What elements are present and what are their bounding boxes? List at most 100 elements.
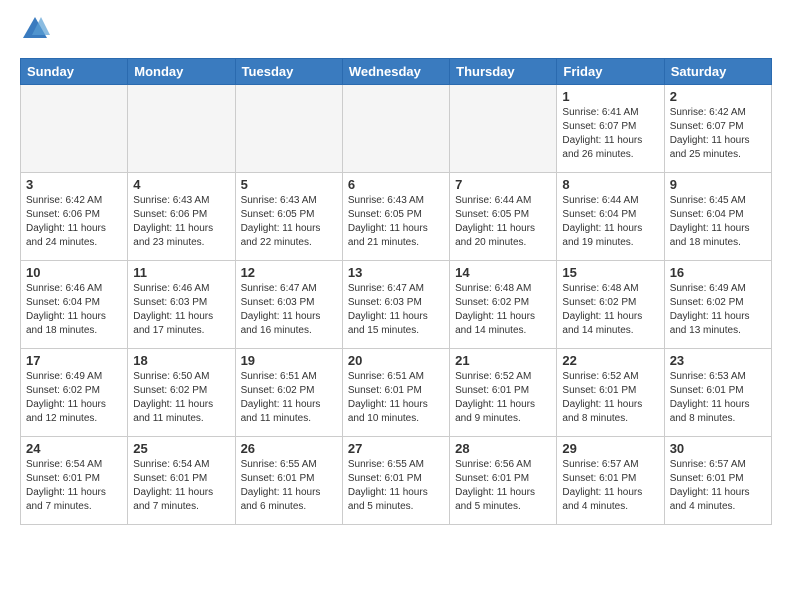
calendar-day-cell: 5 Sunrise: 6:43 AM Sunset: 6:05 PM Daylig… (235, 173, 342, 261)
calendar-day-cell: 13 Sunrise: 6:47 AM Sunset: 6:03 PM Dayli… (342, 261, 449, 349)
day-number: 12 (241, 265, 337, 280)
calendar-day-cell (235, 85, 342, 173)
calendar-day-cell: 15 Sunrise: 6:48 AM Sunset: 6:02 PM Dayli… (557, 261, 664, 349)
calendar-week-row: 3 Sunrise: 6:42 AM Sunset: 6:06 PM Daylig… (21, 173, 772, 261)
day-info: Sunrise: 6:46 AM Sunset: 6:03 PM Dayligh… (133, 282, 229, 338)
day-number: 27 (348, 441, 444, 456)
day-info: Sunrise: 6:52 AM Sunset: 6:01 PM Dayligh… (562, 370, 658, 426)
header (20, 16, 772, 46)
day-info: Sunrise: 6:47 AM Sunset: 6:03 PM Dayligh… (241, 282, 337, 338)
calendar-body: 1 Sunrise: 6:41 AM Sunset: 6:07 PM Daylig… (21, 85, 772, 525)
day-number: 2 (670, 89, 766, 104)
day-number: 13 (348, 265, 444, 280)
day-number: 22 (562, 353, 658, 368)
calendar-day-cell: 8 Sunrise: 6:44 AM Sunset: 6:04 PM Daylig… (557, 173, 664, 261)
day-number: 3 (26, 177, 122, 192)
calendar-day-cell: 25Sunrise: 6:54 AM Sunset: 6:01 PM Dayli… (128, 437, 235, 525)
weekday-header: Friday (557, 59, 664, 85)
weekday-row: SundayMondayTuesdayWednesdayThursdayFrid… (21, 59, 772, 85)
day-info: Sunrise: 6:44 AM Sunset: 6:04 PM Dayligh… (562, 194, 658, 250)
day-info: Sunrise: 6:47 AM Sunset: 6:03 PM Dayligh… (348, 282, 444, 338)
day-info: Sunrise: 6:54 AM Sunset: 6:01 PM Dayligh… (26, 458, 122, 514)
day-info: Sunrise: 6:48 AM Sunset: 6:02 PM Dayligh… (455, 282, 551, 338)
day-number: 19 (241, 353, 337, 368)
day-number: 7 (455, 177, 551, 192)
day-number: 15 (562, 265, 658, 280)
calendar-day-cell: 7 Sunrise: 6:44 AM Sunset: 6:05 PM Daylig… (450, 173, 557, 261)
page: SundayMondayTuesdayWednesdayThursdayFrid… (0, 0, 792, 535)
day-info: Sunrise: 6:42 AM Sunset: 6:07 PM Dayligh… (670, 106, 766, 162)
calendar-header: SundayMondayTuesdayWednesdayThursdayFrid… (21, 59, 772, 85)
calendar-day-cell: 16Sunrise: 6:49 AM Sunset: 6:02 PM Dayli… (664, 261, 771, 349)
day-number: 23 (670, 353, 766, 368)
day-number: 18 (133, 353, 229, 368)
weekday-header: Tuesday (235, 59, 342, 85)
calendar-day-cell: 26Sunrise: 6:55 AM Sunset: 6:01 PM Dayli… (235, 437, 342, 525)
calendar-day-cell: 29 Sunrise: 6:57 AM Sunset: 6:01 PM Dayli… (557, 437, 664, 525)
day-number: 10 (26, 265, 122, 280)
day-number: 11 (133, 265, 229, 280)
day-info: Sunrise: 6:43 AM Sunset: 6:06 PM Dayligh… (133, 194, 229, 250)
day-number: 5 (241, 177, 337, 192)
weekday-header: Thursday (450, 59, 557, 85)
day-number: 1 (562, 89, 658, 104)
calendar-day-cell: 1 Sunrise: 6:41 AM Sunset: 6:07 PM Daylig… (557, 85, 664, 173)
calendar-day-cell: 18 Sunrise: 6:50 AM Sunset: 6:02 PM Dayli… (128, 349, 235, 437)
calendar-day-cell: 14 Sunrise: 6:48 AM Sunset: 6:02 PM Dayli… (450, 261, 557, 349)
day-info: Sunrise: 6:45 AM Sunset: 6:04 PM Dayligh… (670, 194, 766, 250)
day-info: Sunrise: 6:51 AM Sunset: 6:02 PM Dayligh… (241, 370, 337, 426)
calendar-day-cell: 21Sunrise: 6:52 AM Sunset: 6:01 PM Dayli… (450, 349, 557, 437)
weekday-header: Wednesday (342, 59, 449, 85)
calendar-week-row: 24 Sunrise: 6:54 AM Sunset: 6:01 PM Dayli… (21, 437, 772, 525)
day-info: Sunrise: 6:43 AM Sunset: 6:05 PM Dayligh… (241, 194, 337, 250)
calendar: SundayMondayTuesdayWednesdayThursdayFrid… (20, 58, 772, 525)
calendar-day-cell: 22 Sunrise: 6:52 AM Sunset: 6:01 PM Dayli… (557, 349, 664, 437)
calendar-day-cell (450, 85, 557, 173)
day-info: Sunrise: 6:54 AM Sunset: 6:01 PM Dayligh… (133, 458, 229, 514)
calendar-day-cell (342, 85, 449, 173)
day-info: Sunrise: 6:44 AM Sunset: 6:05 PM Dayligh… (455, 194, 551, 250)
calendar-day-cell: 11 Sunrise: 6:46 AM Sunset: 6:03 PM Dayli… (128, 261, 235, 349)
day-number: 28 (455, 441, 551, 456)
calendar-day-cell: 24 Sunrise: 6:54 AM Sunset: 6:01 PM Dayli… (21, 437, 128, 525)
calendar-week-row: 1 Sunrise: 6:41 AM Sunset: 6:07 PM Daylig… (21, 85, 772, 173)
calendar-day-cell (21, 85, 128, 173)
logo-icon (20, 14, 50, 44)
day-info: Sunrise: 6:46 AM Sunset: 6:04 PM Dayligh… (26, 282, 122, 338)
day-number: 29 (562, 441, 658, 456)
day-info: Sunrise: 6:55 AM Sunset: 6:01 PM Dayligh… (241, 458, 337, 514)
day-info: Sunrise: 6:49 AM Sunset: 6:02 PM Dayligh… (26, 370, 122, 426)
weekday-header: Sunday (21, 59, 128, 85)
day-number: 4 (133, 177, 229, 192)
calendar-day-cell: 23Sunrise: 6:53 AM Sunset: 6:01 PM Dayli… (664, 349, 771, 437)
day-info: Sunrise: 6:56 AM Sunset: 6:01 PM Dayligh… (455, 458, 551, 514)
day-info: Sunrise: 6:57 AM Sunset: 6:01 PM Dayligh… (670, 458, 766, 514)
day-number: 21 (455, 353, 551, 368)
day-info: Sunrise: 6:50 AM Sunset: 6:02 PM Dayligh… (133, 370, 229, 426)
day-info: Sunrise: 6:51 AM Sunset: 6:01 PM Dayligh… (348, 370, 444, 426)
day-number: 17 (26, 353, 122, 368)
calendar-week-row: 10 Sunrise: 6:46 AM Sunset: 6:04 PM Dayli… (21, 261, 772, 349)
calendar-day-cell: 3 Sunrise: 6:42 AM Sunset: 6:06 PM Daylig… (21, 173, 128, 261)
day-info: Sunrise: 6:55 AM Sunset: 6:01 PM Dayligh… (348, 458, 444, 514)
weekday-header: Monday (128, 59, 235, 85)
calendar-day-cell: 27 Sunrise: 6:55 AM Sunset: 6:01 PM Dayli… (342, 437, 449, 525)
day-number: 8 (562, 177, 658, 192)
day-number: 14 (455, 265, 551, 280)
calendar-day-cell: 10 Sunrise: 6:46 AM Sunset: 6:04 PM Dayli… (21, 261, 128, 349)
day-info: Sunrise: 6:42 AM Sunset: 6:06 PM Dayligh… (26, 194, 122, 250)
day-number: 20 (348, 353, 444, 368)
calendar-day-cell: 4 Sunrise: 6:43 AM Sunset: 6:06 PM Daylig… (128, 173, 235, 261)
calendar-day-cell: 17 Sunrise: 6:49 AM Sunset: 6:02 PM Dayli… (21, 349, 128, 437)
day-info: Sunrise: 6:41 AM Sunset: 6:07 PM Dayligh… (562, 106, 658, 162)
calendar-day-cell: 2 Sunrise: 6:42 AM Sunset: 6:07 PM Daylig… (664, 85, 771, 173)
day-number: 24 (26, 441, 122, 456)
day-number: 6 (348, 177, 444, 192)
day-number: 30 (670, 441, 766, 456)
calendar-day-cell: 9 Sunrise: 6:45 AM Sunset: 6:04 PM Daylig… (664, 173, 771, 261)
weekday-header: Saturday (664, 59, 771, 85)
day-info: Sunrise: 6:48 AM Sunset: 6:02 PM Dayligh… (562, 282, 658, 338)
day-info: Sunrise: 6:57 AM Sunset: 6:01 PM Dayligh… (562, 458, 658, 514)
calendar-day-cell: 12 Sunrise: 6:47 AM Sunset: 6:03 PM Dayli… (235, 261, 342, 349)
day-number: 9 (670, 177, 766, 192)
